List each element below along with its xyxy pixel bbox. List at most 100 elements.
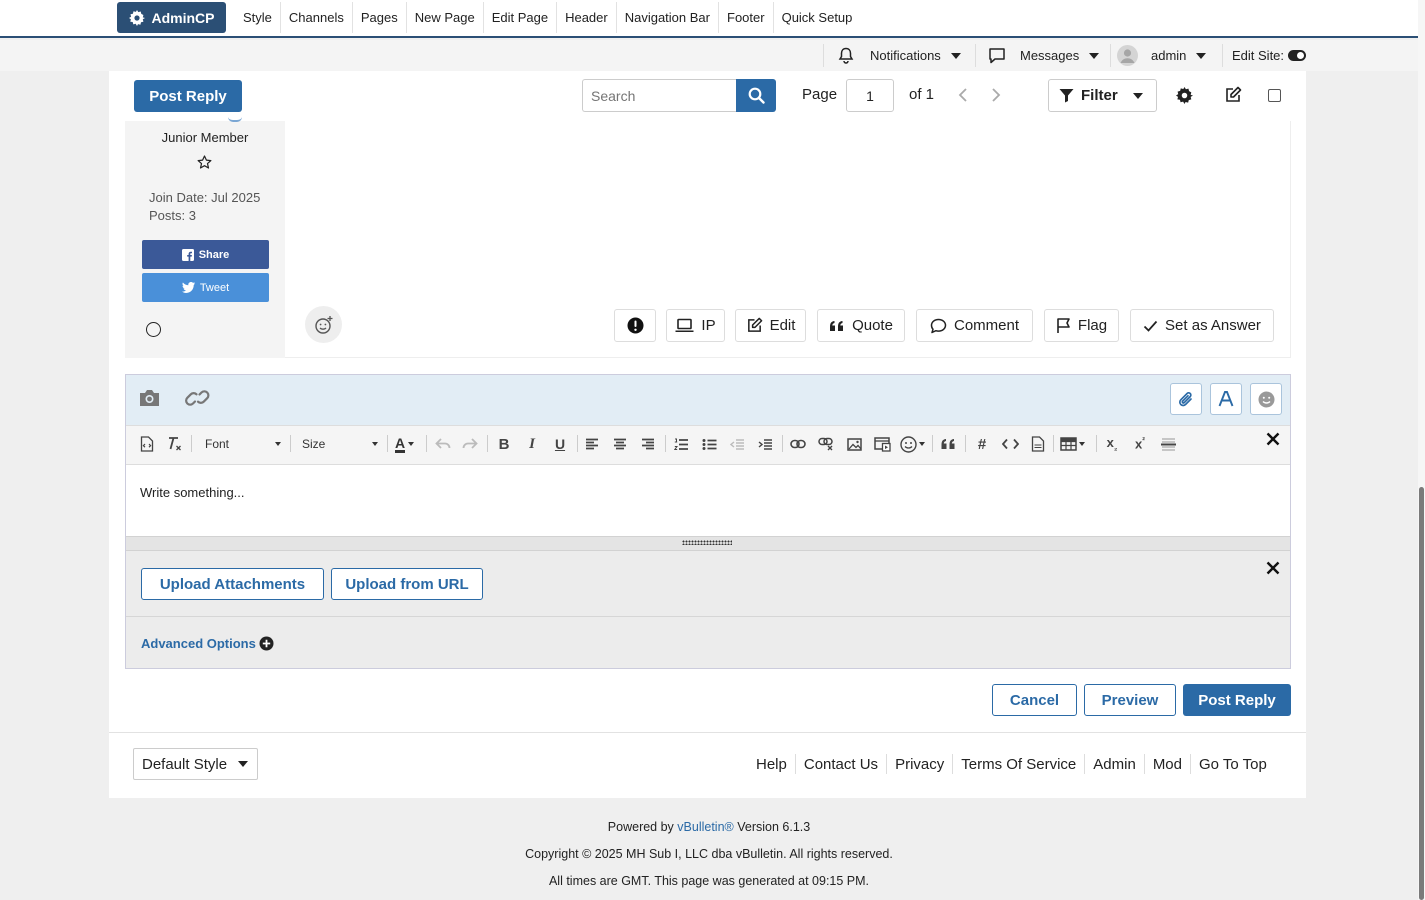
vbulletin-link[interactable]: vBulletin® [677,820,733,834]
message-textarea[interactable]: Write something... [126,465,1290,536]
twitter-tweet-button[interactable]: Tweet [142,273,269,302]
font-select[interactable]: Font [197,434,285,454]
next-page-icon[interactable] [990,87,1002,103]
link-icon[interactable] [184,387,211,409]
admin-bar: AdminCP Style Channels Pages New Page Ed… [0,0,1418,38]
edit-site-toggle[interactable]: Edit Site: [1232,40,1307,71]
search-button[interactable] [736,79,776,112]
filter-button[interactable]: Filter [1048,79,1157,112]
emoji-toggle-button[interactable] [1250,383,1282,415]
indent-icon[interactable] [755,434,775,454]
select-all-checkbox[interactable] [1268,89,1281,102]
align-left-icon[interactable] [582,434,602,454]
user-menu[interactable]: admin [1117,40,1207,71]
star-icon [197,155,212,170]
close-attachments-icon[interactable] [1266,561,1280,575]
emoji-picker-button[interactable] [900,434,928,454]
footer-link-contact-us[interactable]: Contact Us [794,754,886,774]
notifications-menu[interactable]: Notifications [838,40,961,71]
admin-menu-footer[interactable]: Footer [719,2,774,33]
edit-post-button[interactable]: Edit [735,309,806,342]
edit-pencil-icon[interactable] [1224,86,1242,104]
page-number-input[interactable] [846,79,894,112]
chevron-down-icon [372,442,378,446]
quote-button[interactable]: Quote [817,309,905,342]
admincp-button[interactable]: AdminCP [117,2,226,33]
report-button[interactable] [614,309,656,342]
camera-icon[interactable] [138,388,161,408]
numbered-list-icon[interactable] [671,434,691,454]
comment-label: Comment [953,317,1020,334]
settings-gear-icon[interactable] [1176,87,1193,104]
flag-label: Flag [1077,317,1108,334]
messages-menu[interactable]: Messages [988,40,1100,71]
outdent-icon[interactable] [727,434,747,454]
advanced-options-toggle[interactable]: Advanced Options [141,634,274,652]
align-right-icon[interactable] [638,434,658,454]
flag-icon [1056,317,1071,334]
text-color-button[interactable]: A [395,433,421,455]
exclamation-circle-icon [627,317,644,334]
blockquote-icon[interactable] [938,434,958,454]
ip-button[interactable]: IP [666,309,725,342]
footer-link-terms-of-service[interactable]: Terms Of Service [952,754,1084,774]
footer-link-go-to-top[interactable]: Go To Top [1190,754,1275,774]
code-icon[interactable] [1000,434,1020,454]
size-select[interactable]: Size [294,434,382,454]
source-document-icon[interactable] [137,434,157,454]
insert-table-button[interactable] [1060,434,1090,454]
insert-link-icon[interactable] [788,434,808,454]
admin-menu-pages[interactable]: Pages [353,2,407,33]
admin-menu-quick-setup[interactable]: Quick Setup [774,2,861,33]
bold-icon[interactable]: B [494,434,514,454]
insert-image-icon[interactable] [844,434,864,454]
admin-menu-style[interactable]: Style [235,2,281,33]
unlink-icon[interactable] [816,434,836,454]
font-select-label: Font [205,437,230,451]
post-reply-top-button[interactable]: Post Reply [134,80,242,112]
footer-link-mod[interactable]: Mod [1143,754,1190,774]
search-input[interactable] [582,79,738,112]
footer-link-help[interactable]: Help [748,754,795,774]
admin-menu-header[interactable]: Header [557,2,617,33]
preview-button[interactable]: Preview [1084,684,1176,716]
admin-menu-new-page[interactable]: New Page [407,2,484,33]
php-code-icon[interactable] [1028,434,1048,454]
set-as-answer-button[interactable]: Set as Answer [1130,309,1274,342]
admin-menu-edit-page[interactable]: Edit Page [484,2,558,33]
style-selector[interactable]: Default Style [133,748,258,780]
facebook-share-button[interactable]: Share [142,240,269,269]
prev-page-icon[interactable] [957,87,969,103]
bullet-list-icon[interactable] [699,434,719,454]
scrollbar-thumb[interactable] [1419,487,1424,900]
upload-from-url-button[interactable]: Upload from URL [331,568,483,600]
flag-button[interactable]: Flag [1044,309,1119,342]
close-toolbar-icon[interactable] [1266,432,1280,446]
underline-icon[interactable]: U [550,434,570,454]
admin-menu-channels[interactable]: Channels [281,2,353,33]
footer-link-privacy[interactable]: Privacy [886,754,952,774]
attachment-toggle-button[interactable] [1170,383,1202,415]
redo-icon[interactable] [460,434,480,454]
subscript-icon[interactable]: x₂ [1102,434,1122,454]
cancel-button[interactable]: Cancel [992,684,1077,716]
post-reply-button[interactable]: Post Reply [1183,684,1291,716]
resize-grip-icon[interactable] [682,540,732,545]
filter-label: Filter [1081,87,1118,104]
align-center-icon[interactable] [610,434,630,454]
insert-media-icon[interactable] [872,434,892,454]
upload-attachments-button[interactable]: Upload Attachments [141,568,324,600]
hashtag-icon[interactable]: # [972,434,992,454]
horizontal-rule-icon[interactable] [1158,434,1178,454]
superscript-icon[interactable]: x² [1130,434,1150,454]
remove-format-icon[interactable] [165,434,185,454]
italic-icon[interactable]: I [522,434,542,454]
size-select-label: Size [302,437,326,451]
comment-button[interactable]: Comment [916,309,1033,342]
undo-icon[interactable] [433,434,453,454]
copyright-line: Copyright © 2025 MH Sub I, LLC dba vBull… [525,847,893,861]
add-reaction-button[interactable] [305,306,342,343]
admin-menu-navigation-bar[interactable]: Navigation Bar [617,2,719,33]
footer-link-admin[interactable]: Admin [1084,754,1144,774]
text-format-toggle-button[interactable] [1210,383,1242,415]
